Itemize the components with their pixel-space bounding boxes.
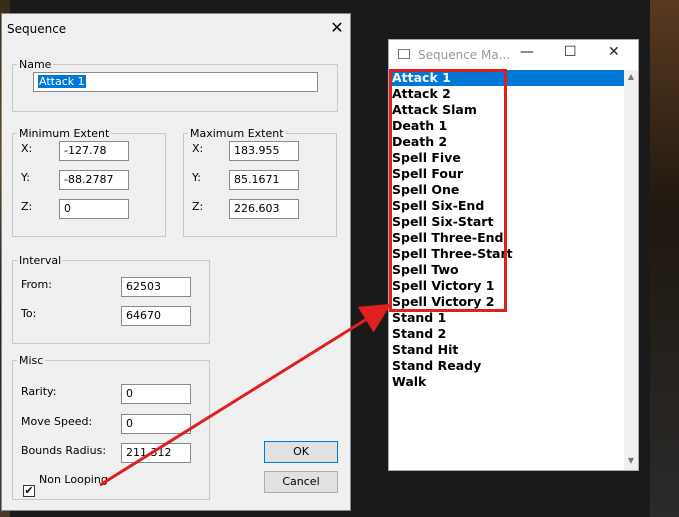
annotation-arrow-line	[99, 303, 392, 487]
annotation-arrow	[99, 303, 392, 487]
